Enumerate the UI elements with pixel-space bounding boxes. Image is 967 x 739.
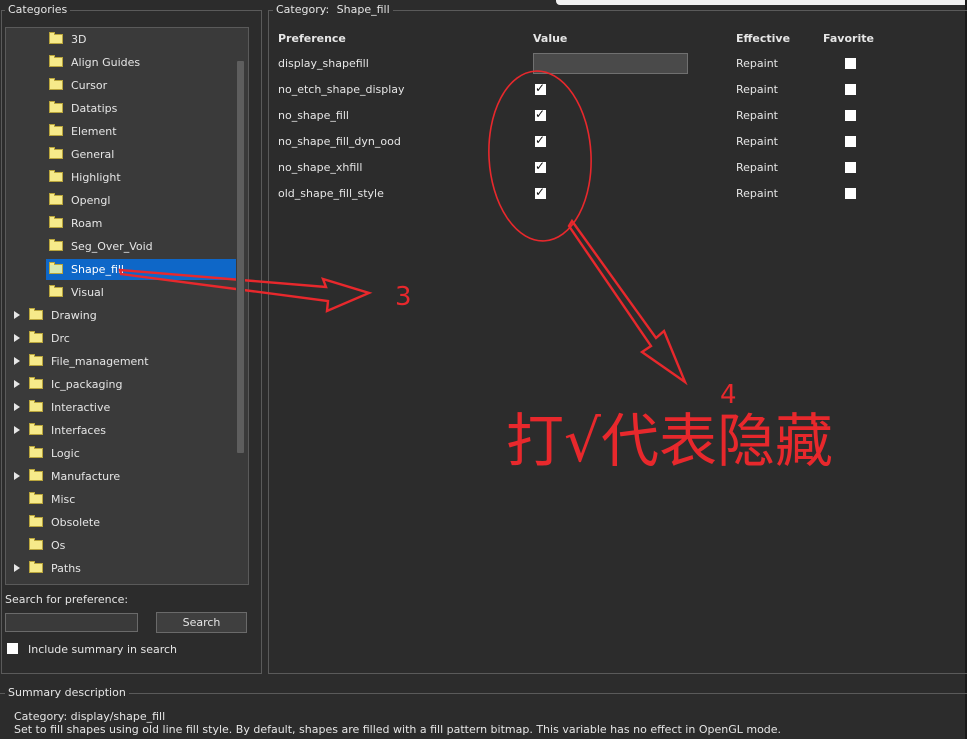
tree-scrollbar-thumb[interactable] [237,61,244,453]
annotation-circle [488,70,592,242]
annotation-arrow-4 [567,218,688,386]
annotation-overlay [118,70,688,386]
annotation-label-3: 3 [395,282,412,312]
annotation-note: 打√代表隐藏 [506,407,833,475]
